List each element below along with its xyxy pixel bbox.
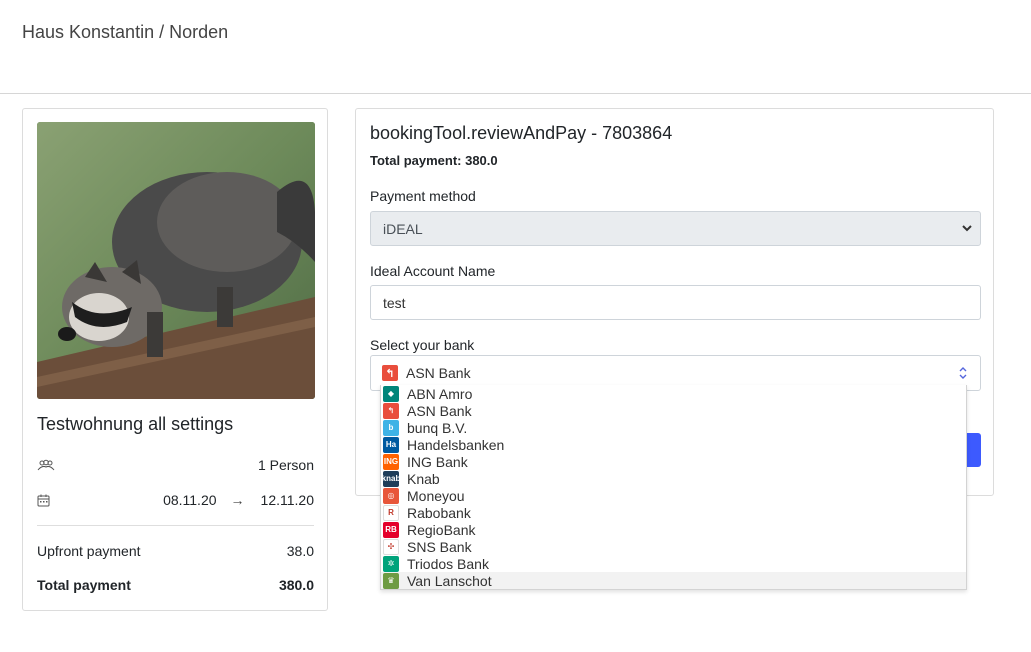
payment-method-select[interactable]: iDEAL	[370, 211, 981, 246]
bank-option[interactable]: ✲ Triodos Bank	[381, 555, 966, 572]
account-name-value: test	[383, 294, 406, 311]
bank-option[interactable]: ✣ SNS Bank	[381, 538, 966, 555]
users-icon	[37, 458, 55, 472]
upfront-value: 38.0	[286, 543, 314, 559]
bank-option-label: Rabobank	[407, 504, 471, 521]
total-value: 380.0	[278, 577, 314, 593]
bank-option[interactable]: knab Knab	[381, 470, 966, 487]
booking-summary-card: Testwohnung all settings 1 Person 08.11.…	[22, 108, 328, 611]
bank-logo-icon: ↰	[383, 402, 399, 419]
date-from: 08.11.20	[163, 492, 217, 508]
bank-logo-icon: ING	[383, 453, 399, 470]
dates-row: 08.11.20 → 12.11.20	[37, 492, 314, 508]
up-down-chevron-icon	[958, 366, 968, 383]
header-divider	[0, 93, 1031, 94]
site-title: Haus Konstantin / Norden	[22, 22, 229, 42]
bank-option[interactable]: ◎ Moneyou	[381, 487, 966, 504]
bank-logo-icon: ◎	[383, 487, 399, 504]
bank-option-label: bunq B.V.	[407, 419, 468, 436]
arrow-right-icon: →	[230, 492, 245, 508]
bank-option-label: ING Bank	[407, 453, 468, 470]
bank-option[interactable]: b bunq B.V.	[381, 419, 966, 436]
bank-option[interactable]: Ha Handelsbanken	[381, 436, 966, 453]
payment-method-value: iDEAL	[383, 220, 423, 237]
account-name-input[interactable]: test	[370, 285, 981, 320]
bank-option[interactable]: ◆ ABN Amro	[381, 385, 966, 402]
bank-option-label: Moneyou	[407, 487, 465, 504]
bank-label: Select your bank	[370, 337, 475, 353]
total-row: Total payment 380.0	[37, 577, 314, 593]
bank-logo-icon: knab	[382, 470, 400, 487]
bank-dropdown-list: ◆ ABN Amro ↰ ASN Bank b bunq B.V. Ha Handelsban…	[380, 385, 967, 590]
total-label: Total payment	[37, 577, 131, 593]
review-title: bookingTool.reviewAndPay - 7803864	[370, 123, 673, 143]
date-to: 12.11.20	[260, 492, 314, 508]
bank-option[interactable]: ↰ ASN Bank	[381, 402, 966, 419]
bank-option-label: ASN Bank	[407, 402, 472, 419]
bank-logo-icon: ✣	[383, 538, 399, 555]
guests-count: 1 Person	[257, 457, 314, 473]
bank-logo-icon: ✲	[383, 555, 399, 572]
calendar-icon	[37, 493, 55, 507]
account-name-label: Ideal Account Name	[370, 263, 496, 279]
bank-logo-icon: RB	[383, 521, 399, 538]
bank-logo-icon: ♛	[383, 572, 399, 589]
review-total: Total payment: 380.0	[370, 153, 498, 168]
bank-option[interactable]: RB RegioBank	[381, 521, 966, 538]
payment-method-label: Payment method	[370, 188, 476, 204]
bank-option-label: RegioBank	[407, 521, 476, 538]
summary-divider	[37, 525, 314, 526]
bank-option-label: Triodos Bank	[407, 555, 489, 572]
apartment-photo	[37, 122, 315, 399]
bank-option[interactable]: ING ING Bank	[381, 453, 966, 470]
bank-option-label: Handelsbanken	[407, 436, 505, 453]
bank-logo-icon: ◆	[383, 385, 399, 402]
bank-option-label: SNS Bank	[407, 538, 472, 555]
bank-option[interactable]: ♛ Van Lanschot	[381, 572, 966, 589]
upfront-label: Upfront payment	[37, 543, 141, 559]
bank-selected-value: ASN Bank	[406, 365, 471, 381]
bank-option[interactable]: R Rabobank	[381, 504, 966, 521]
bank-option-label: Knab	[407, 470, 440, 487]
bank-option-label: Van Lanschot	[407, 572, 492, 589]
apartment-name: Testwohnung all settings	[37, 414, 234, 434]
bank-logo-icon: R	[383, 504, 399, 521]
asn-bank-icon: ↰	[382, 365, 398, 381]
guests-row: 1 Person	[37, 457, 314, 473]
bank-option-label: ABN Amro	[407, 385, 473, 402]
bank-logo-icon: b	[383, 419, 399, 436]
chevron-down-icon	[960, 221, 974, 238]
bank-logo-icon: Ha	[383, 436, 399, 453]
upfront-row: Upfront payment 38.0	[37, 543, 314, 559]
